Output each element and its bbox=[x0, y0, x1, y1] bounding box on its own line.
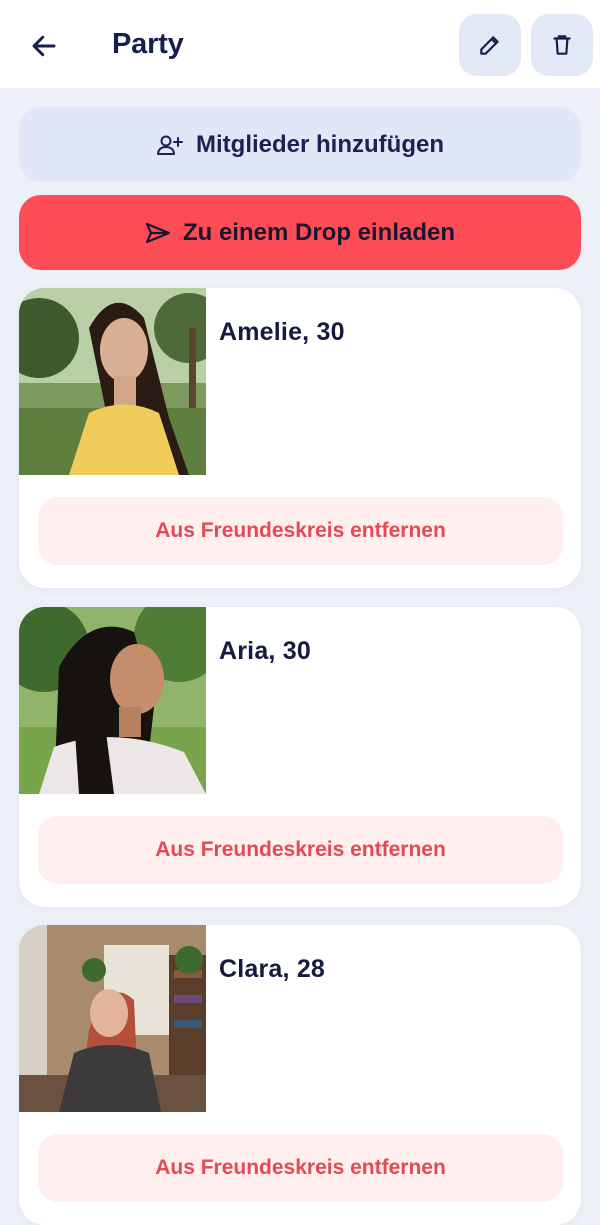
invite-to-drop-button[interactable]: Zu einem Drop einladen bbox=[19, 195, 581, 270]
member-photo bbox=[19, 288, 206, 475]
back-button[interactable] bbox=[24, 24, 64, 68]
remove-from-circle-button[interactable]: Aus Freundeskreis entfernen bbox=[38, 497, 563, 565]
page-title: Party bbox=[112, 28, 184, 60]
member-name: Aria, 30 bbox=[219, 637, 311, 665]
member-name: Clara, 28 bbox=[219, 955, 326, 983]
remove-from-circle-button[interactable]: Aus Freundeskreis entfernen bbox=[38, 816, 563, 884]
person-add-icon bbox=[157, 135, 183, 155]
pencil-icon bbox=[480, 36, 499, 55]
member-name: Amelie, 30 bbox=[219, 318, 345, 346]
add-members-label: Mitglieder hinzufügen bbox=[196, 130, 444, 158]
arrow-left-icon bbox=[32, 35, 56, 57]
trash-icon bbox=[553, 35, 571, 55]
member-card[interactable]: Clara, 28 Aus Freundeskreis entfernen bbox=[19, 925, 581, 1225]
edit-button[interactable] bbox=[459, 14, 521, 76]
member-card[interactable]: Amelie, 30 Aus Freundeskreis entfernen bbox=[19, 288, 581, 588]
app-header: Party bbox=[0, 0, 600, 88]
delete-button[interactable] bbox=[531, 14, 593, 76]
member-photo bbox=[19, 925, 206, 1112]
add-members-button[interactable]: Mitglieder hinzufügen bbox=[19, 107, 581, 182]
invite-label: Zu einem Drop einladen bbox=[182, 218, 456, 246]
send-icon bbox=[145, 222, 171, 243]
member-card[interactable]: Aria, 30 Aus Freundeskreis entfernen bbox=[19, 607, 581, 907]
remove-from-circle-button[interactable]: Aus Freundeskreis entfernen bbox=[38, 1134, 563, 1202]
member-photo bbox=[19, 607, 206, 794]
